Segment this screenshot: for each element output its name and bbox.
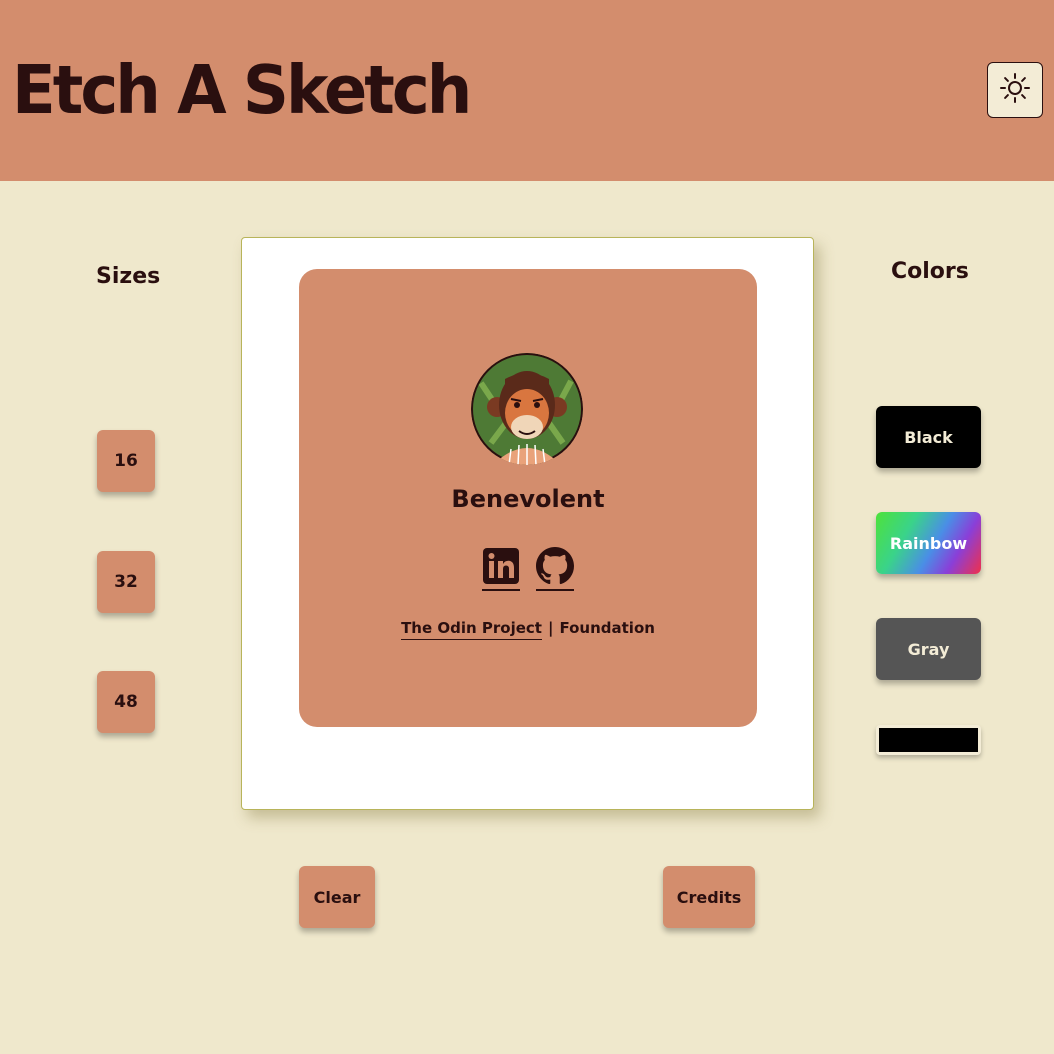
- odin-project-link[interactable]: The Odin Project: [401, 619, 542, 640]
- color-gray-button[interactable]: Gray: [876, 618, 981, 680]
- linkedin-link[interactable]: [482, 547, 520, 591]
- credits-card: Benevolent The Odin Project | Foundation: [299, 269, 757, 727]
- sizes-heading: Sizes: [96, 264, 161, 289]
- size-48-button[interactable]: 48: [97, 671, 155, 733]
- clear-button[interactable]: Clear: [299, 866, 375, 928]
- sun-icon: [999, 72, 1031, 108]
- credit-separator: |: [547, 619, 554, 637]
- github-link[interactable]: [536, 547, 574, 591]
- github-icon: [536, 547, 574, 589]
- color-picker-swatch: [879, 728, 978, 752]
- size-32-button[interactable]: 32: [97, 551, 155, 613]
- sketch-canvas[interactable]: Benevolent The Odin Project | Foundation: [241, 237, 814, 810]
- color-black-button[interactable]: Black: [876, 406, 981, 468]
- credit-line: The Odin Project | Foundation: [299, 619, 757, 640]
- avatar: [471, 353, 583, 465]
- author-name: Benevolent: [451, 485, 605, 513]
- credits-button[interactable]: Credits: [663, 866, 755, 928]
- color-rainbow-button[interactable]: Rainbow: [876, 512, 981, 574]
- color-picker-input[interactable]: [876, 725, 981, 755]
- colors-heading: Colors: [891, 259, 969, 284]
- credit-suffix: Foundation: [559, 619, 655, 637]
- linkedin-icon: [482, 548, 520, 589]
- header: Etch A Sketch: [0, 0, 1054, 181]
- app-title: Etch A Sketch: [12, 52, 472, 130]
- size-16-button[interactable]: 16: [97, 430, 155, 492]
- theme-toggle-button[interactable]: [987, 62, 1043, 118]
